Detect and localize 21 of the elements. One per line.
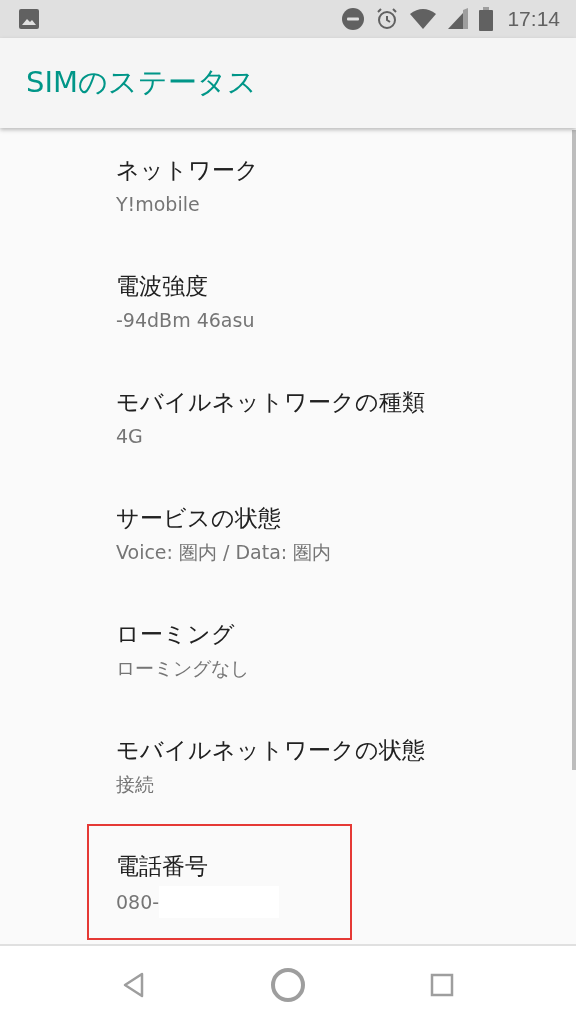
setting-value: 4G — [116, 424, 143, 449]
battery-icon — [479, 7, 494, 31]
screen-title: SIMのステータス — [26, 64, 257, 101]
image-icon — [18, 8, 40, 30]
setting-value: Y!mobile — [116, 192, 200, 217]
setting-value: Voice: 圏内 / Data: 圏内 — [116, 540, 332, 565]
clock-time: 17:14 — [507, 7, 560, 31]
setting-title: ローミング — [116, 620, 236, 649]
setting-value: 080- — [116, 890, 160, 915]
do-not-disturb-icon — [341, 7, 366, 31]
setting-title: 電話番号 — [116, 852, 209, 881]
setting-value: ローミングなし — [116, 656, 249, 681]
setting-value: -94dBm 46asu — [116, 308, 255, 333]
setting-value: 接続 — [116, 772, 154, 797]
signal-icon — [447, 7, 470, 31]
setting-title: モバイルネットワークの種類 — [116, 388, 426, 417]
setting-title: モバイルネットワークの状態 — [116, 736, 426, 765]
wifi-icon — [409, 7, 438, 31]
setting-title: ネットワーク — [116, 156, 260, 185]
setting-title: サービスの状態 — [116, 504, 282, 533]
setting-title: 電波強度 — [116, 272, 209, 301]
